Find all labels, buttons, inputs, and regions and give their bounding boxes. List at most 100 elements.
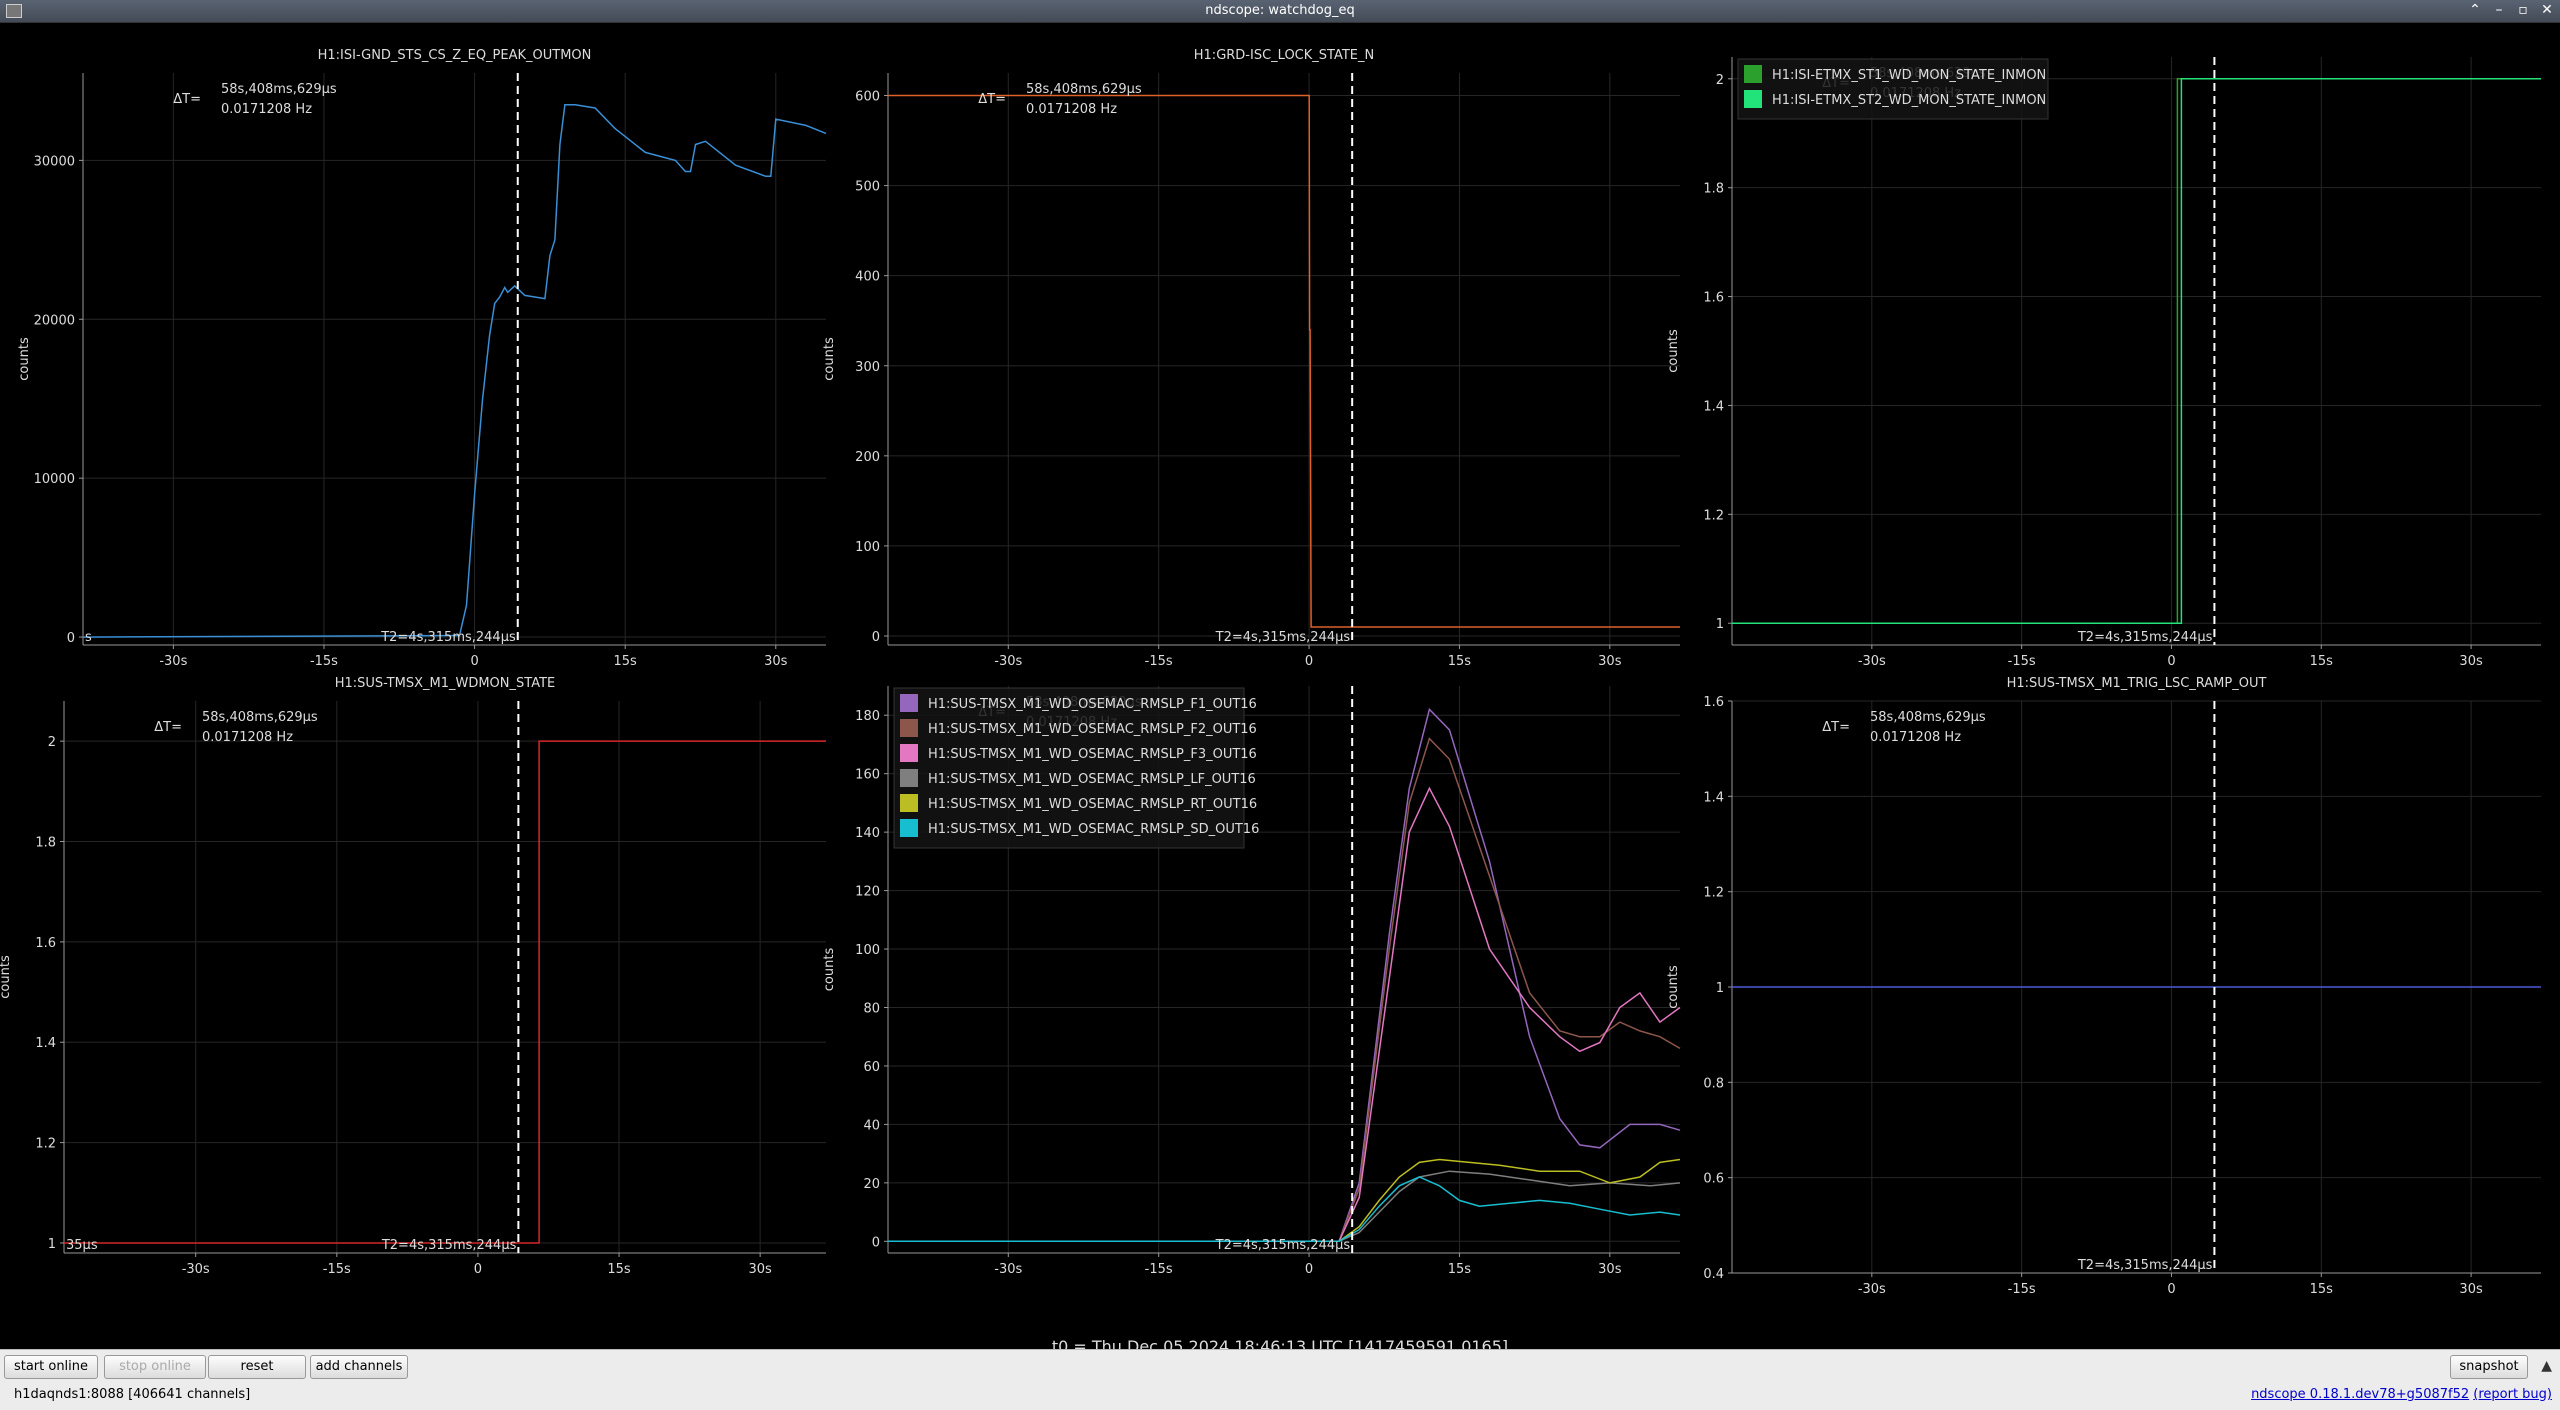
y-tick-label: 40: [863, 1118, 880, 1133]
y-axis-label: counts: [17, 337, 32, 381]
y-tick-label: 30000: [34, 154, 75, 169]
x-tick-label: 15s: [1448, 1262, 1472, 1277]
y-tick-label: 1.2: [1703, 508, 1724, 523]
version-link[interactable]: ndscope 0.18.1.dev78+g5087f52: [2251, 1387, 2469, 1402]
y-tick-label: 1.4: [1703, 399, 1724, 414]
x-tick-label: -15s: [1145, 1262, 1173, 1277]
legend-entry: H1:ISI-ETMX_ST1_WD_MON_STATE_INMON: [1772, 68, 2046, 83]
y-tick-label: 1.4: [35, 1036, 56, 1051]
t1-cursor-label: 35μs: [66, 1238, 98, 1253]
reset-label: reset: [240, 1359, 274, 1374]
delta-t-frequency: 0.0171208 Hz: [1870, 730, 1961, 745]
legend-swatch: [1744, 65, 1762, 83]
legend-swatch: [900, 819, 918, 837]
delta-t-frequency: 0.0171208 Hz: [202, 730, 293, 745]
x-tick-label: 0: [470, 654, 478, 669]
t2-cursor-label: T2=4s,315ms,244μs: [381, 1238, 517, 1253]
delta-t-label: ΔT=: [978, 92, 1006, 107]
y-tick-label: 160: [855, 768, 880, 783]
add-channels-label: add channels: [315, 1359, 403, 1374]
x-tick-label: 30s: [2459, 1282, 2483, 1297]
x-tick-label: 30s: [1598, 1262, 1622, 1277]
close-button[interactable]: ✕: [2540, 2, 2554, 18]
y-axis-label: counts: [0, 955, 13, 999]
y-tick-label: 20: [863, 1177, 880, 1192]
title-bar: ndscope: watchdog_eq ⌃ – ▫ ✕: [0, 0, 2560, 22]
x-tick-label: 0: [474, 1262, 482, 1277]
legend-swatch: [900, 694, 918, 712]
delta-t-value: 58s,408ms,629μs: [1870, 710, 1986, 725]
y-tick-label: 180: [855, 709, 880, 724]
legend-swatch: [900, 719, 918, 737]
reset-button[interactable]: reset: [208, 1355, 306, 1379]
add-channels-button[interactable]: add channels: [310, 1355, 408, 1379]
x-tick-label: 30s: [1598, 654, 1622, 669]
delta-t-value: 58s,408ms,629μs: [1026, 82, 1142, 97]
y-tick-label: 300: [855, 360, 880, 375]
x-tick-label: -15s: [323, 1262, 351, 1277]
x-tick-label: 0: [2167, 1282, 2175, 1297]
legend-swatch: [1744, 90, 1762, 108]
y-axis-label: counts: [1666, 329, 1681, 373]
t2-cursor-label: T2=4s,315ms,244μs: [380, 630, 516, 645]
y-axis-label: counts: [822, 337, 837, 381]
x-tick-label: -30s: [1858, 654, 1886, 669]
y-axis-label: counts: [1666, 965, 1681, 1009]
y-tick-label: 1.4: [1703, 790, 1724, 805]
expand-arrow-icon[interactable]: ▲: [2541, 1358, 2552, 1374]
x-tick-label: -30s: [994, 1262, 1022, 1277]
y-tick-label: 1.8: [1703, 182, 1724, 197]
legend-entry: H1:ISI-ETMX_ST2_WD_MON_STATE_INMON: [1772, 93, 2046, 108]
t2-cursor-label: T2=4s,315ms,244μs: [2077, 630, 2213, 645]
x-tick-label: -30s: [182, 1262, 210, 1277]
y-axis-label: counts: [822, 948, 837, 992]
x-tick-label: -15s: [2008, 654, 2036, 669]
t2-cursor-label: T2=4s,315ms,244μs: [1215, 630, 1351, 645]
legend-swatch: [900, 769, 918, 787]
delta-t-label: ΔT=: [1822, 720, 1850, 735]
start-online-button[interactable]: start online: [4, 1355, 98, 1379]
plot-area[interactable]: 0 10000 20000 30000 -30s -15s 0 15s 30s counts H1:…: [0, 22, 2560, 1356]
x-tick-label: 0: [1305, 1262, 1313, 1277]
legend-entry: H1:SUS-TMSX_M1_WD_OSEMAC_RMSLP_RT_OUT16: [928, 797, 1257, 812]
x-tick-label: -15s: [1145, 654, 1173, 669]
y-tick-label: 2: [48, 735, 56, 750]
start-online-label: start online: [13, 1359, 89, 1374]
y-tick-label: 500: [855, 180, 880, 195]
stop-online-label: stop online: [119, 1359, 191, 1374]
shade-button[interactable]: ⌃: [2468, 2, 2482, 18]
snapshot-button[interactable]: snapshot: [2450, 1355, 2528, 1379]
y-tick-label: 0: [67, 631, 75, 646]
legend-swatch: [900, 794, 918, 812]
maximize-button[interactable]: ▫: [2516, 2, 2530, 18]
version-info: ndscope 0.18.1.dev78+g5087f52 (report bu…: [2251, 1387, 2552, 1402]
x-tick-label: 30s: [2459, 654, 2483, 669]
y-tick-label: 2: [1716, 73, 1724, 88]
minimize-button[interactable]: –: [2492, 2, 2506, 18]
x-tick-label: 15s: [2310, 654, 2334, 669]
y-tick-label: 80: [863, 1001, 880, 1016]
delta-t-value: 58s,408ms,629μs: [202, 710, 318, 725]
plot-title: H1:SUS-TMSX_M1_WDMON_STATE: [335, 676, 556, 691]
plot-title: H1:GRD-ISC_LOCK_STATE_N: [1194, 48, 1374, 63]
y-tick-label: 1.6: [1703, 291, 1724, 306]
report-bug-link[interactable]: (report bug): [2473, 1387, 2552, 1402]
x-tick-label: 15s: [607, 1262, 631, 1277]
x-tick-label: 30s: [748, 1262, 772, 1277]
t2-cursor-label: T2=4s,315ms,244μs: [1215, 1238, 1351, 1253]
y-tick-label: 600: [855, 90, 880, 105]
y-tick-label: 1.6: [35, 936, 56, 951]
plots-canvas[interactable]: 0100002000030000-30s -15s 0 15s 30scountsH1:…: [0, 23, 2560, 1350]
window-title: ndscope: watchdog_eq: [1205, 3, 1355, 18]
delta-t-label: ΔT=: [154, 720, 182, 735]
y-tick-label: 1.6: [1703, 695, 1724, 710]
delta-t-label: ΔT=: [173, 92, 201, 107]
y-tick-label: 0.6: [1703, 1172, 1724, 1187]
y-tick-label: 0: [872, 630, 880, 645]
x-tick-label: 0: [1305, 654, 1313, 669]
y-tick-label: 0: [872, 1235, 880, 1250]
x-tick-label: -30s: [994, 654, 1022, 669]
legend-entry: H1:SUS-TMSX_M1_WD_OSEMAC_RMSLP_SD_OUT16: [928, 822, 1259, 837]
t2-cursor-label: T2=4s,315ms,244μs: [2077, 1258, 2213, 1273]
y-tick-label: 1: [48, 1237, 56, 1252]
